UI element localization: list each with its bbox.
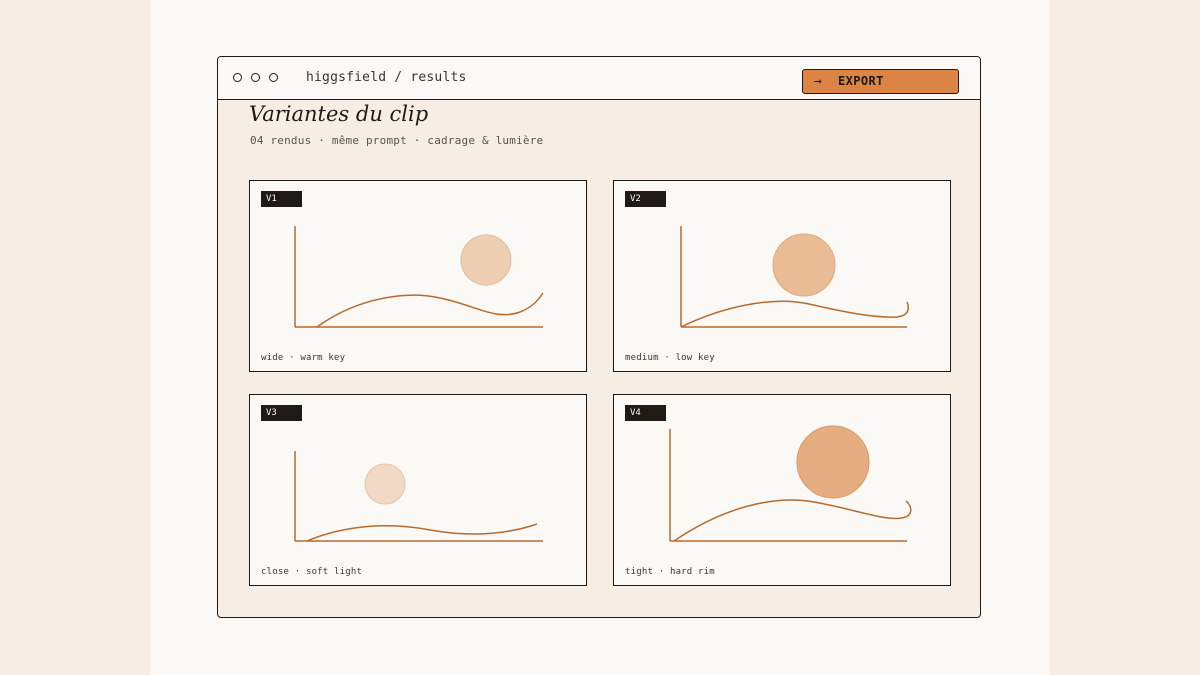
- variant-caption: wide · warm key: [261, 353, 346, 363]
- variant-card-v4[interactable]: V4 tight · hard rim: [613, 394, 951, 586]
- variant-preview-v4: [669, 425, 912, 542]
- app-window: higgsfield / results → EXPORT Variantes …: [217, 56, 981, 618]
- preview-sun: [772, 233, 836, 297]
- preview-sun: [364, 463, 406, 505]
- variant-tag: V3: [261, 405, 302, 421]
- window-dot-maximize[interactable]: [269, 73, 278, 82]
- window-dot-close[interactable]: [233, 73, 242, 82]
- page-title: Variantes du clip: [249, 102, 429, 126]
- variant-card-v2[interactable]: V2 medium · low key: [613, 180, 951, 372]
- variant-caption: tight · hard rim: [625, 567, 715, 577]
- export-button[interactable]: → EXPORT: [802, 69, 959, 94]
- variant-tag: V1: [261, 191, 302, 207]
- preview-curve: [316, 292, 544, 328]
- title-bar: higgsfield / results → EXPORT: [218, 57, 980, 100]
- arrow-right-icon: →: [814, 74, 822, 89]
- preview-curve: [680, 300, 909, 328]
- variant-card-v3[interactable]: V3 close · soft light: [249, 394, 587, 586]
- page-subtitle: 04 rendus · même prompt · cadrage & lumi…: [250, 134, 544, 147]
- variant-tag: V2: [625, 191, 666, 207]
- variant-card-v1[interactable]: V1 wide · warm key: [249, 180, 587, 372]
- variant-tag: V4: [625, 405, 666, 421]
- window-dot-minimize[interactable]: [251, 73, 260, 82]
- variant-caption: medium · low key: [625, 353, 715, 363]
- preview-sun: [796, 425, 870, 499]
- variant-preview-v2: [680, 226, 909, 328]
- preview-curve: [673, 499, 912, 542]
- variant-preview-v3: [294, 451, 543, 542]
- breadcrumb: higgsfield / results: [306, 70, 467, 85]
- preview-curve: [306, 523, 538, 542]
- variant-caption: close · soft light: [261, 567, 363, 577]
- export-label: EXPORT: [838, 74, 884, 88]
- preview-sun: [460, 234, 512, 286]
- variant-preview-v1: [294, 226, 544, 328]
